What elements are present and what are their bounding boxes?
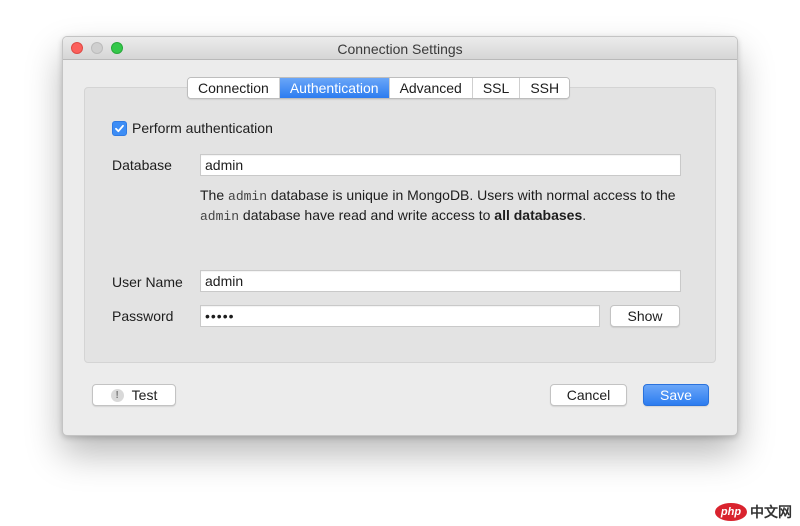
description-text: database have read and write access to bbox=[239, 207, 495, 223]
tab-ssl[interactable]: SSL bbox=[472, 78, 521, 98]
settings-tabs: Connection Authentication Advanced SSL S… bbox=[187, 77, 571, 99]
warning-icon: ! bbox=[110, 388, 124, 402]
connection-settings-window: Connection Settings Connection Authentic… bbox=[62, 36, 738, 436]
tab-advanced[interactable]: Advanced bbox=[389, 78, 473, 98]
description-code: admin bbox=[200, 209, 240, 224]
tab-authentication[interactable]: Authentication bbox=[279, 78, 390, 98]
tab-connection[interactable]: Connection bbox=[188, 78, 280, 98]
username-label: User Name bbox=[112, 274, 183, 290]
save-button[interactable]: Save bbox=[643, 384, 709, 406]
php-logo: php bbox=[715, 503, 747, 521]
description-text: The bbox=[200, 187, 229, 203]
title-bar: Connection Settings bbox=[63, 37, 737, 60]
watermark: php 中文网 bbox=[715, 502, 792, 522]
description-bold: all databases bbox=[494, 207, 583, 223]
window-title: Connection Settings bbox=[337, 41, 463, 57]
cancel-button[interactable]: Cancel bbox=[550, 384, 627, 406]
perform-authentication-label: Perform authentication bbox=[132, 120, 273, 136]
password-label: Password bbox=[112, 308, 174, 324]
test-button[interactable]: ! Test bbox=[92, 384, 176, 406]
description-text: database is unique in MongoDB. Users wit… bbox=[267, 187, 676, 203]
database-input[interactable]: admin bbox=[200, 154, 681, 176]
password-input[interactable]: ••••• bbox=[200, 305, 600, 327]
username-input[interactable]: admin bbox=[200, 270, 681, 292]
perform-authentication-checkbox[interactable] bbox=[112, 120, 127, 136]
tab-ssh[interactable]: SSH bbox=[520, 78, 570, 98]
description-code: admin bbox=[228, 189, 268, 204]
database-label: Database bbox=[112, 157, 172, 173]
show-password-button[interactable]: Show bbox=[610, 305, 680, 327]
database-description: The admin database is unique in MongoDB.… bbox=[200, 186, 680, 226]
perform-authentication-row[interactable]: Perform authentication bbox=[112, 120, 273, 136]
checkmark-icon bbox=[115, 124, 124, 132]
watermark-site-text: 中文网 bbox=[750, 504, 792, 520]
description-text: . bbox=[582, 207, 587, 223]
test-button-label: Test bbox=[131, 387, 158, 403]
